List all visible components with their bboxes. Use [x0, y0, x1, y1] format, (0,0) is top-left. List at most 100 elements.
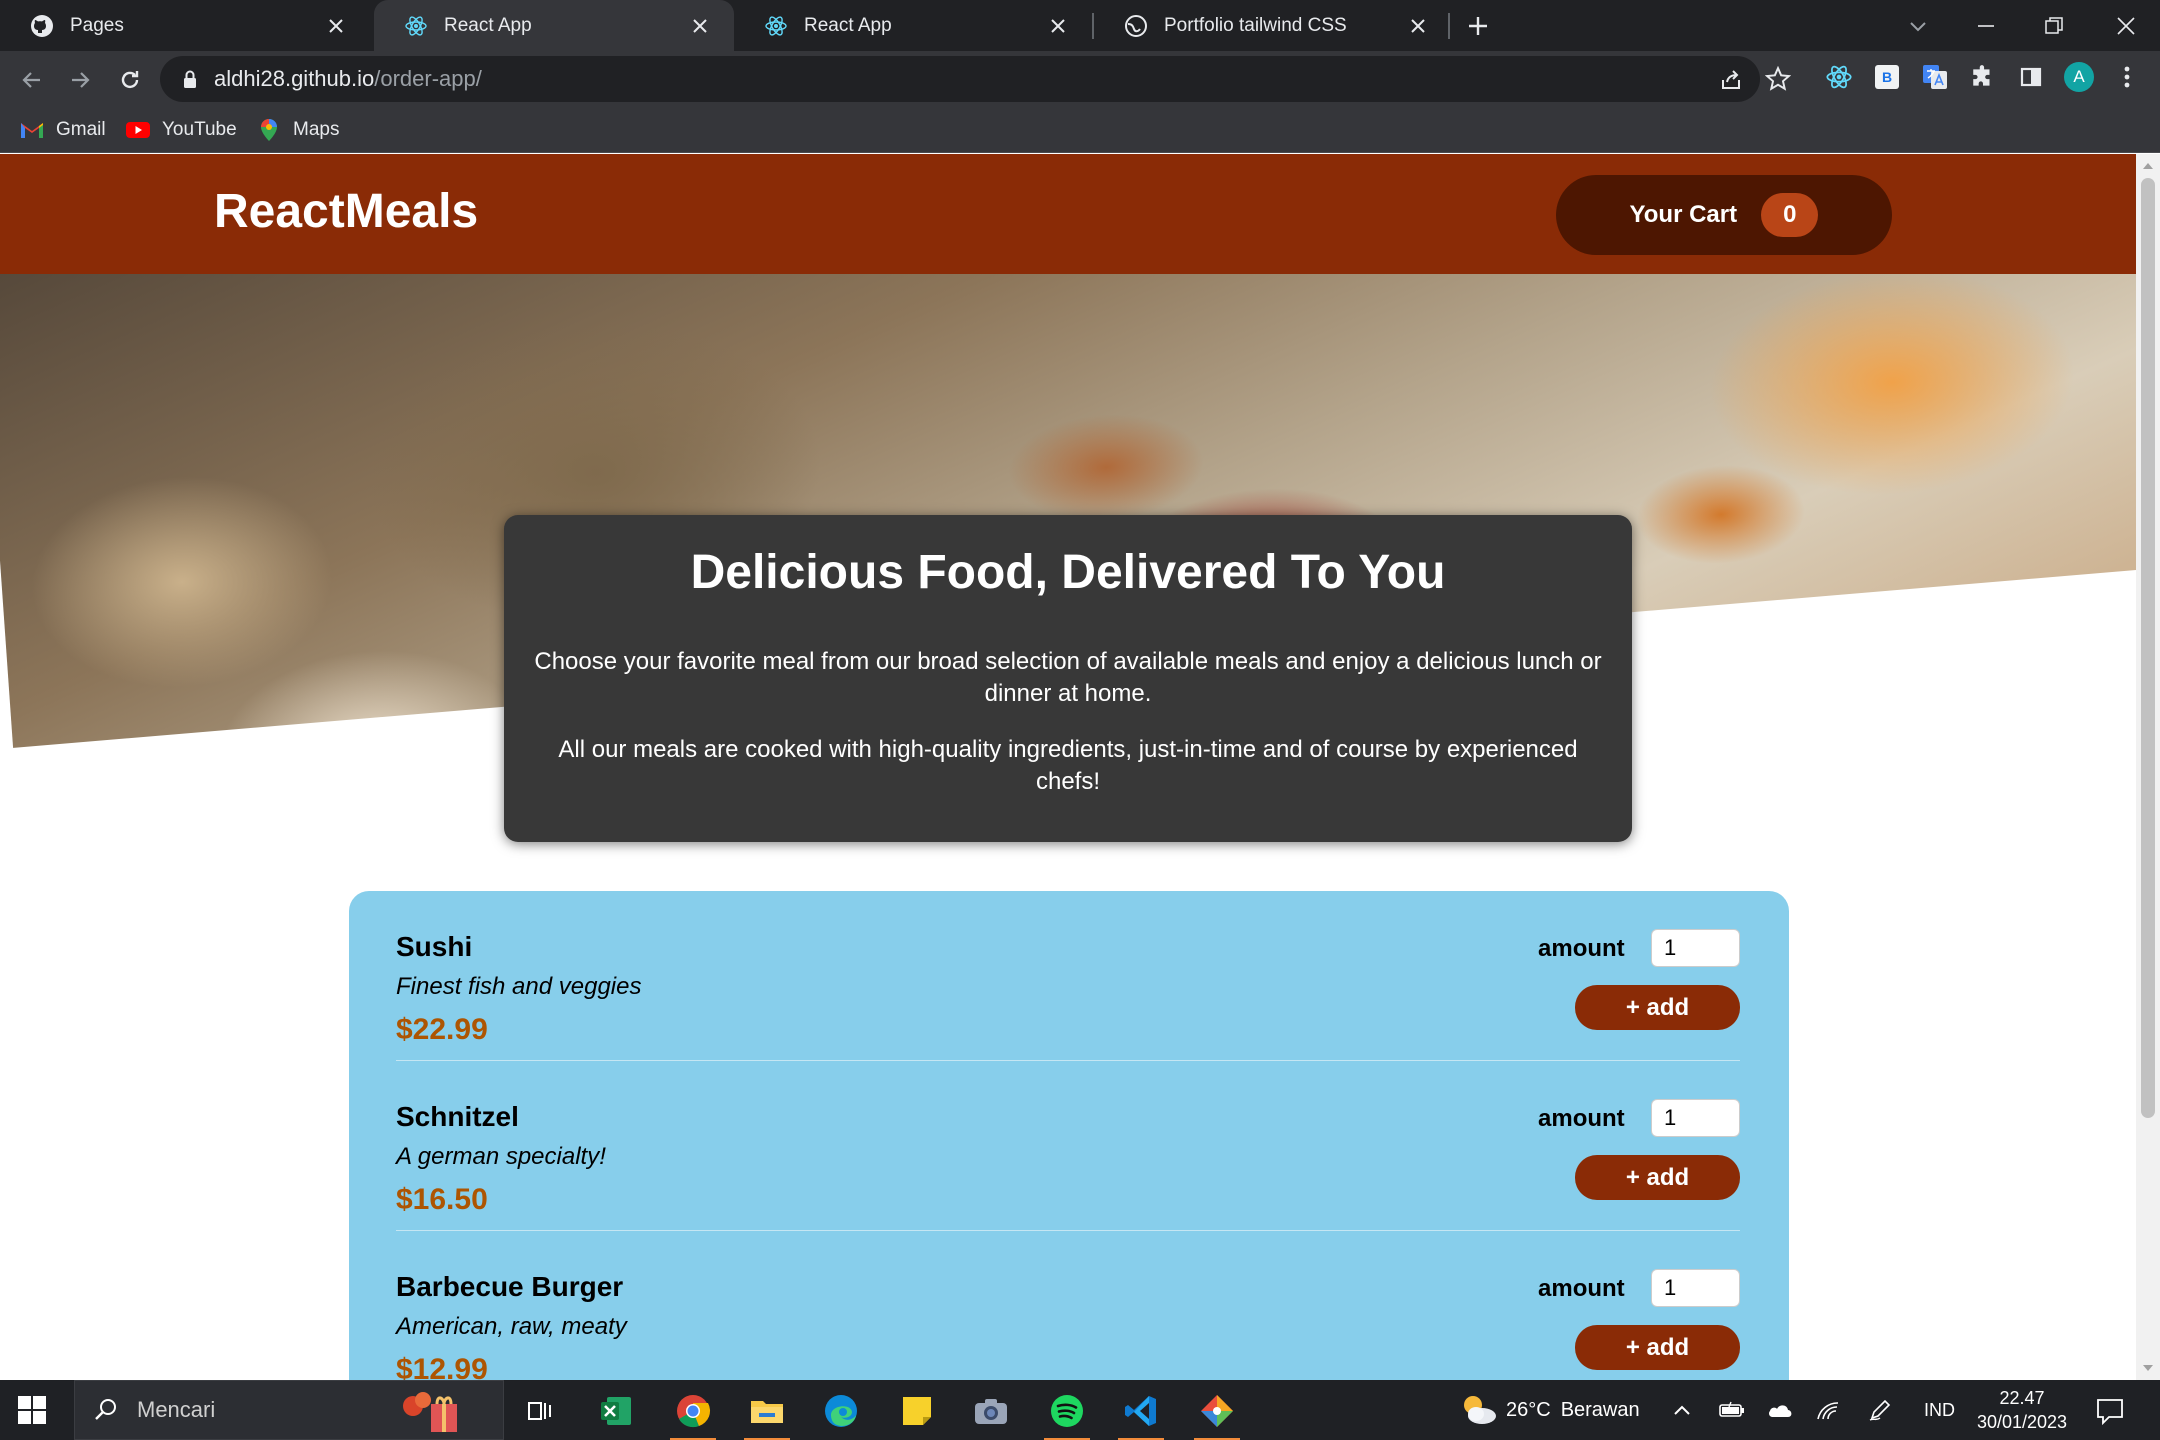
- scroll-down-arrow-icon[interactable]: [2142, 1362, 2154, 1374]
- address-bar[interactable]: aldhi28.github.io/order-app/: [160, 56, 1760, 102]
- tab-title: Pages: [70, 14, 124, 36]
- restore-icon[interactable]: [2020, 0, 2088, 51]
- meal-description: American, raw, meaty: [396, 1313, 627, 1340]
- vscode-icon[interactable]: [1118, 1388, 1164, 1440]
- back-arrow-icon[interactable]: [12, 60, 52, 100]
- tab-pages[interactable]: Pages: [0, 0, 370, 51]
- onedrive-cloud-icon[interactable]: [1766, 1396, 1794, 1424]
- task-view-icon[interactable]: [517, 1388, 563, 1434]
- add-to-cart-button[interactable]: + add: [1575, 1155, 1740, 1200]
- gift-flowers-icon: [403, 1392, 457, 1432]
- bookmark-gmail[interactable]: Gmail: [20, 107, 106, 153]
- maps-icon: [257, 118, 281, 142]
- close-icon[interactable]: [1044, 12, 1072, 40]
- excel-icon[interactable]: [593, 1388, 639, 1434]
- meal-item-sushi: Sushi Finest fish and veggies $22.99 amo…: [396, 891, 1740, 1061]
- camera-icon[interactable]: [968, 1388, 1014, 1434]
- close-icon[interactable]: [1404, 12, 1432, 40]
- add-to-cart-button[interactable]: + add: [1575, 985, 1740, 1030]
- meal-price: $16.50: [396, 1183, 488, 1216]
- tab-portfolio[interactable]: Portfolio tailwind CSS: [1094, 0, 1452, 51]
- amount-label: amount: [1538, 1275, 1625, 1302]
- kebab-menu-icon[interactable]: [2112, 62, 2142, 92]
- spotify-icon[interactable]: [1044, 1388, 1090, 1440]
- summary-paragraph-1: Choose your favorite meal from our broad…: [534, 648, 1602, 707]
- amount-input[interactable]: [1651, 1269, 1740, 1307]
- git-kraken-icon[interactable]: [1194, 1388, 1240, 1440]
- close-icon[interactable]: [686, 12, 714, 40]
- app-logo: ReactMeals: [214, 185, 479, 238]
- weather-widget[interactable]: 26°C Berawan: [1458, 1380, 1640, 1440]
- close-icon[interactable]: [322, 12, 350, 40]
- bookmark-maps[interactable]: Maps: [257, 107, 339, 153]
- windows-start-icon[interactable]: [14, 1392, 50, 1428]
- forward-arrow-icon[interactable]: [60, 60, 100, 100]
- file-explorer-icon[interactable]: [744, 1388, 790, 1440]
- edge-icon[interactable]: [818, 1388, 864, 1434]
- meal-description: A german specialty!: [396, 1143, 606, 1170]
- meal-price: $22.99: [396, 1013, 488, 1046]
- amount-label: amount: [1538, 935, 1625, 962]
- react-icon: [764, 14, 788, 38]
- taskbar-search-box[interactable]: Mencari: [74, 1380, 504, 1440]
- window-close-icon[interactable]: [2092, 0, 2160, 51]
- summary-paragraph-2: All our meals are cooked with high-quali…: [558, 736, 1578, 795]
- chrome-icon[interactable]: [670, 1388, 716, 1440]
- tab-search-chevron-icon[interactable]: [1884, 0, 1952, 51]
- share-icon[interactable]: [1718, 67, 1744, 93]
- bookmark-label: Gmail: [56, 119, 106, 140]
- bookmark-youtube[interactable]: YouTube: [126, 107, 237, 153]
- globe-icon: [1124, 14, 1148, 38]
- youtube-icon: [126, 118, 150, 142]
- browser-tab-strip: Pages React App React App Portfolio tail…: [0, 0, 2160, 51]
- partly-cloudy-icon: [1464, 1396, 1496, 1424]
- add-to-cart-button[interactable]: + add: [1575, 1325, 1740, 1370]
- react-icon: [404, 14, 428, 38]
- battery-icon[interactable]: [1718, 1396, 1746, 1424]
- meal-name: Sushi: [396, 931, 473, 962]
- bookmark-label: Maps: [293, 119, 340, 140]
- scroll-up-arrow-icon[interactable]: [2142, 160, 2154, 172]
- cart-button[interactable]: Your Cart 0: [1556, 175, 1892, 255]
- extension-b-icon[interactable]: B: [1872, 62, 1902, 92]
- meal-price: $12.99: [396, 1353, 488, 1380]
- minimize-icon[interactable]: [1952, 0, 2020, 51]
- meal-description: Finest fish and veggies: [396, 973, 642, 1000]
- notification-icon[interactable]: [2095, 1396, 2125, 1426]
- bookmark-star-icon[interactable]: [1765, 66, 1791, 92]
- tab-separator: [1448, 13, 1450, 39]
- reload-icon[interactable]: [110, 60, 150, 100]
- gmail-icon: [20, 118, 44, 142]
- profile-initial: A: [2064, 62, 2094, 92]
- react-devtools-icon[interactable]: [1824, 62, 1854, 92]
- url-path: /order-app/: [374, 66, 482, 91]
- weather-condition: Berawan: [1560, 1398, 1640, 1421]
- bookmarks-bar: Gmail YouTube Maps: [0, 107, 2160, 153]
- taskbar-clock[interactable]: 22.47 30/01/2023: [1972, 1386, 2072, 1434]
- side-panel-icon[interactable]: [2016, 62, 2046, 92]
- pen-icon[interactable]: [1866, 1396, 1894, 1424]
- sticky-notes-icon[interactable]: [894, 1388, 940, 1434]
- profile-avatar[interactable]: A: [2064, 62, 2094, 92]
- page-scrollbar[interactable]: [2136, 154, 2160, 1380]
- amount-input[interactable]: [1651, 929, 1740, 967]
- lock-icon[interactable]: [180, 69, 200, 89]
- google-translate-icon[interactable]: [1920, 62, 1950, 92]
- chevron-up-icon[interactable]: [1668, 1396, 1696, 1424]
- amount-label: amount: [1538, 1105, 1625, 1132]
- language-indicator[interactable]: IND: [1924, 1380, 1955, 1440]
- search-placeholder: Mencari: [137, 1397, 216, 1422]
- amount-input[interactable]: [1651, 1099, 1740, 1137]
- wifi-icon[interactable]: [1814, 1396, 1842, 1424]
- available-meals-card: Sushi Finest fish and veggies $22.99 amo…: [349, 891, 1789, 1380]
- meal-name: Schnitzel: [396, 1101, 519, 1132]
- tab-react-app-active[interactable]: React App: [374, 0, 734, 51]
- scrollbar-thumb[interactable]: [2141, 178, 2155, 1118]
- puzzle-extensions-icon[interactable]: [1968, 62, 1998, 92]
- new-tab-plus-icon[interactable]: [1460, 8, 1496, 44]
- tab-title: React App: [444, 14, 532, 36]
- meals-summary-card: Delicious Food, Delivered To You Choose …: [504, 515, 1632, 842]
- tab-react-app[interactable]: React App: [734, 0, 1092, 51]
- meal-item-barbecue-burger: Barbecue Burger American, raw, meaty $12…: [396, 1231, 1740, 1380]
- meal-name: Barbecue Burger: [396, 1271, 624, 1302]
